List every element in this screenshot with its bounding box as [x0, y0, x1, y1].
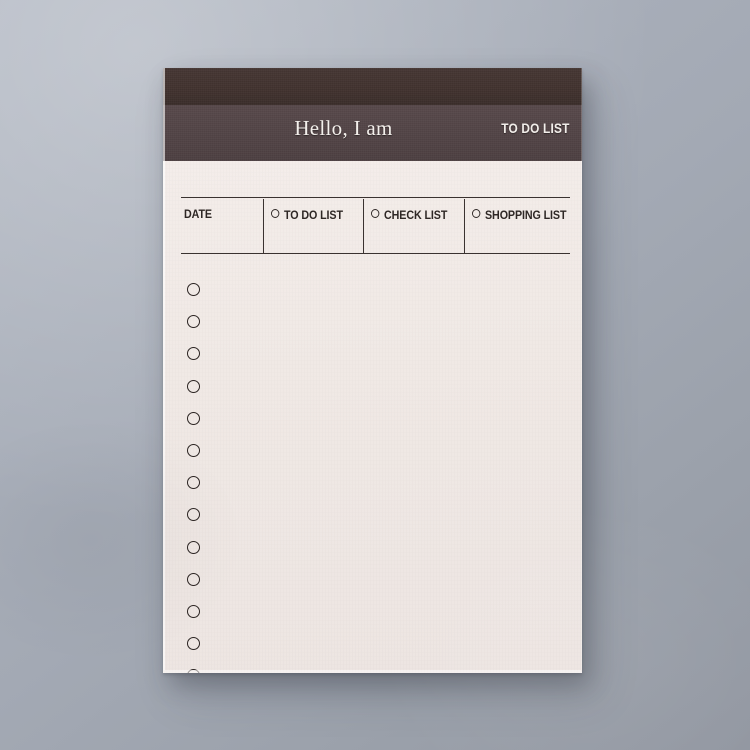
- checklist-bullet[interactable]: [187, 315, 200, 329]
- pad-badge-label: TO DO LIST: [501, 121, 570, 136]
- checklist-bullet[interactable]: [187, 411, 200, 425]
- checklist-bullet[interactable]: [187, 508, 200, 522]
- table-divider-3: [464, 199, 465, 253]
- notepad: Hello, I am TO DO LIST DATE TO DO LIST C…: [163, 68, 582, 673]
- table-divider-2: [363, 199, 364, 253]
- checklist-bullet[interactable]: [187, 540, 200, 554]
- column-header-check-list-label: CHECK LIST: [384, 210, 448, 222]
- checklist-bullet[interactable]: [187, 347, 200, 361]
- checklist-bullet[interactable]: [187, 572, 200, 586]
- photo-backdrop: Hello, I am TO DO LIST DATE TO DO LIST C…: [0, 0, 750, 750]
- checklist-bullet[interactable]: [187, 605, 200, 618]
- header-band-upper: [163, 68, 582, 105]
- checklist-bullet[interactable]: [187, 444, 200, 457]
- checklist-bullet[interactable]: [187, 283, 200, 296]
- notepad-sheet: DATE TO DO LIST CHECK LIST SHOPPING LIST: [163, 161, 582, 673]
- column-header-todo-list-label: TO DO LIST: [284, 210, 343, 222]
- column-header-check-list[interactable]: CHECK LIST: [371, 209, 447, 222]
- radio-circle-icon[interactable]: [371, 209, 380, 218]
- column-header-shopping-list-label: SHOPPING LIST: [485, 210, 567, 222]
- checklist-bullet[interactable]: [187, 379, 200, 393]
- radio-circle-icon[interactable]: [472, 209, 481, 218]
- column-header-date-label: DATE: [184, 209, 212, 221]
- notepad-header: Hello, I am TO DO LIST: [163, 68, 582, 161]
- checklist-bullet[interactable]: [187, 637, 200, 651]
- radio-circle-icon[interactable]: [271, 209, 280, 218]
- column-header-todo-list[interactable]: TO DO LIST: [271, 209, 343, 222]
- column-header-date: DATE: [184, 209, 212, 221]
- table-rule-top: [181, 197, 570, 198]
- checklist-bullet[interactable]: [187, 669, 200, 673]
- table-divider-1: [263, 199, 264, 253]
- column-header-shopping-list[interactable]: SHOPPING LIST: [472, 209, 567, 222]
- table-rule-bottom: [181, 253, 570, 254]
- paper-grain-texture: [163, 68, 582, 105]
- checklist-bullet[interactable]: [187, 476, 200, 490]
